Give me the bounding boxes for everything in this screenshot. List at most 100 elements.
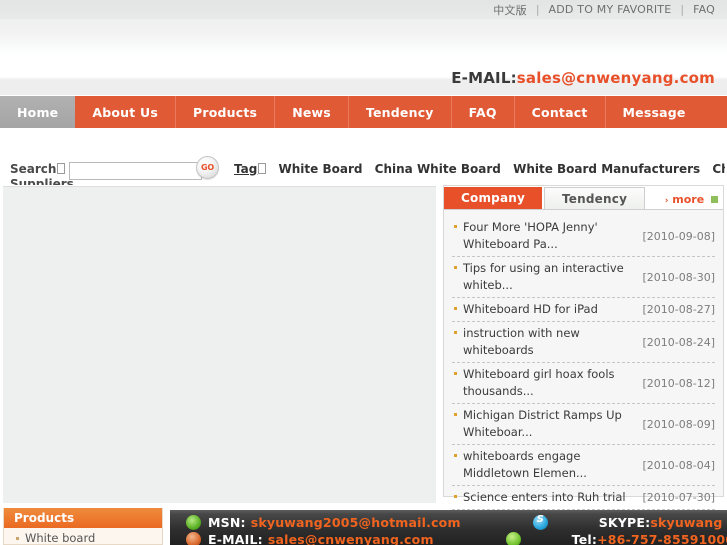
contact-msn: MSN: skyuwang2005@hotmail.com (186, 514, 461, 530)
news-title[interactable]: Four More 'HOPA Jenny' Whiteboard Pa... (463, 219, 638, 253)
news-list-item[interactable]: Science enters into Ruh trial [2010-07-3… (452, 486, 715, 510)
news-list-item[interactable]: Tips for using an interactive whiteb... … (452, 257, 715, 298)
contact-email: E-MAIL: sales@cnwenyang.com (186, 532, 434, 545)
content-area: Company Tendency › more Four More 'HOPA … (0, 185, 727, 510)
msn-icon (186, 514, 201, 530)
news-date: [2010-08-30] (642, 270, 715, 284)
news-date: [2010-08-24] (642, 335, 715, 349)
tag-link-3[interactable]: White Board Manufacturers (513, 162, 700, 176)
news-date: [2010-08-27] (642, 303, 715, 316)
topbar-separator-1: | (535, 3, 540, 16)
news-title[interactable]: instruction with new whiteboards (463, 325, 638, 359)
tag-link-4[interactable]: China White Board (712, 162, 725, 176)
nav-item-products[interactable]: Products (175, 96, 274, 128)
header-email-address[interactable]: sales@cnwenyang.com (517, 69, 715, 87)
site-header: E-MAIL:sales@cnwenyang.com (0, 19, 727, 95)
contact-skype: SKYPE: skyuwang (532, 514, 723, 530)
contact-tel: Tel: +86-757-85591000 (505, 532, 727, 545)
news-title[interactable]: Science enters into Ruh trial (463, 489, 626, 506)
header-email: E-MAIL:sales@cnwenyang.com (451, 69, 715, 87)
news-list-item[interactable]: Whiteboard HD for iPad [2010-08-27] (452, 298, 715, 322)
news-more-link[interactable]: › more (665, 193, 718, 206)
nav-item-contact[interactable]: Contact (513, 96, 605, 128)
news-date: [2010-09-08] (642, 229, 715, 243)
nav-item-message[interactable]: Message (604, 96, 703, 128)
search-and-tag-row: Search GO Tag White Board China White Bo… (0, 128, 727, 191)
products-sidebar-item-label: White board (25, 531, 96, 545)
news-date: [2010-08-04] (642, 458, 715, 472)
chinese-version-link[interactable]: 中文版 (493, 2, 527, 18)
contact-row-email-tel: E-MAIL: sales@cnwenyang.com Tel: +86-757… (170, 532, 727, 545)
news-title[interactable]: Whiteboard girl hoax fools thousands... (463, 366, 638, 400)
topbar-separator-2: | (680, 3, 685, 16)
news-title[interactable]: whiteboards engage Middletown Elemen... (463, 448, 638, 482)
missing-glyph-icon-tag (258, 163, 267, 174)
news-date: [2010-08-12] (642, 376, 715, 390)
bullet-icon (454, 331, 457, 334)
news-list: Four More 'HOPA Jenny' Whiteboard Pa... … (444, 210, 723, 510)
bullet-icon (454, 454, 457, 457)
msn-label: MSN: (208, 514, 246, 530)
news-list-item[interactable]: instruction with new whiteboards [2010-0… (452, 322, 715, 363)
nav-item-faq[interactable]: FAQ (450, 96, 514, 128)
news-list-item[interactable]: whiteboards engage Middletown Elemen... … (452, 445, 715, 486)
missing-glyph-icon (57, 163, 66, 174)
tel-value: +86-757-85591000 (597, 532, 727, 545)
news-title[interactable]: Michigan District Ramps Up Whiteboar... (463, 407, 638, 441)
bullet-icon (454, 307, 457, 310)
skype-icon (532, 514, 548, 530)
tag-link-2[interactable]: China White Board (375, 162, 501, 176)
more-arrow-icon: › (664, 196, 669, 206)
tab-tendency[interactable]: Tendency (544, 187, 646, 209)
nav-item-news[interactable]: News (274, 96, 348, 128)
main-navigation: Home About Us Products News Tendency FAQ… (0, 96, 727, 128)
skype-label: SKYPE: (598, 514, 651, 530)
search-go-button[interactable]: GO (196, 156, 219, 179)
nav-item-about-us[interactable]: About Us (75, 96, 175, 128)
mail-icon (186, 532, 201, 545)
contact-bar: MSN: skyuwang2005@hotmail.com SKYPE: sky… (170, 510, 727, 545)
bullet-icon (454, 225, 457, 228)
news-date: [2010-07-30] (642, 491, 715, 504)
news-panel: Company Tendency › more Four More 'HOPA … (443, 185, 724, 510)
left-content-pane (3, 186, 436, 503)
bullet-icon (454, 266, 457, 269)
tag-link-1[interactable]: White Board (279, 162, 363, 176)
header-email-label: E-MAIL: (451, 69, 517, 87)
news-panel-tabs: Company Tendency › more (444, 186, 723, 210)
bullet-icon (454, 413, 457, 416)
search-label: Search (10, 162, 66, 177)
more-label: more (672, 193, 705, 206)
bullet-icon (454, 495, 457, 498)
products-sidebar-item[interactable]: White board (4, 528, 162, 545)
products-sidebar-title: Products (4, 508, 162, 528)
contact-email-value[interactable]: sales@cnwenyang.com (268, 532, 434, 545)
news-title[interactable]: Tips for using an interactive whiteb... (463, 260, 638, 294)
tag-label: Tag (234, 162, 267, 176)
topbar-faq-link[interactable]: FAQ (693, 3, 715, 16)
news-title[interactable]: Whiteboard HD for iPad (463, 301, 598, 318)
tab-company[interactable]: Company (444, 187, 543, 209)
news-date: [2010-08-09] (642, 417, 715, 431)
search-input[interactable] (69, 162, 203, 180)
products-sidebar: Products White board (3, 508, 163, 545)
tel-label: Tel: (571, 532, 598, 545)
news-list-item[interactable]: Whiteboard girl hoax fools thousands... … (452, 363, 715, 404)
tag-line: Tag White Board China White Board White … (234, 162, 725, 176)
go-button-label: GO (201, 163, 214, 172)
news-list-item[interactable]: Michigan District Ramps Up Whiteboar... … (452, 404, 715, 445)
more-square-icon (711, 196, 718, 203)
nav-item-tendency[interactable]: Tendency (347, 96, 451, 128)
page-root: 中文版 | ADD TO MY FAVORITE | FAQ E-MAIL:sa… (0, 0, 727, 545)
phone-icon (505, 532, 521, 545)
contact-email-label: E-MAIL: (208, 532, 263, 545)
nav-item-home[interactable]: Home (0, 96, 76, 128)
contact-row-msn-skype: MSN: skyuwang2005@hotmail.com SKYPE: sky… (170, 510, 727, 534)
skype-value[interactable]: skyuwang (650, 515, 722, 530)
news-list-item[interactable]: Four More 'HOPA Jenny' Whiteboard Pa... … (452, 216, 715, 257)
bullet-icon (454, 372, 457, 375)
bullet-icon (16, 536, 19, 540)
top-utility-bar: 中文版 | ADD TO MY FAVORITE | FAQ (0, 0, 727, 19)
add-to-favorite-link[interactable]: ADD TO MY FAVORITE (549, 3, 672, 16)
msn-value[interactable]: skyuwang2005@hotmail.com (251, 515, 461, 530)
